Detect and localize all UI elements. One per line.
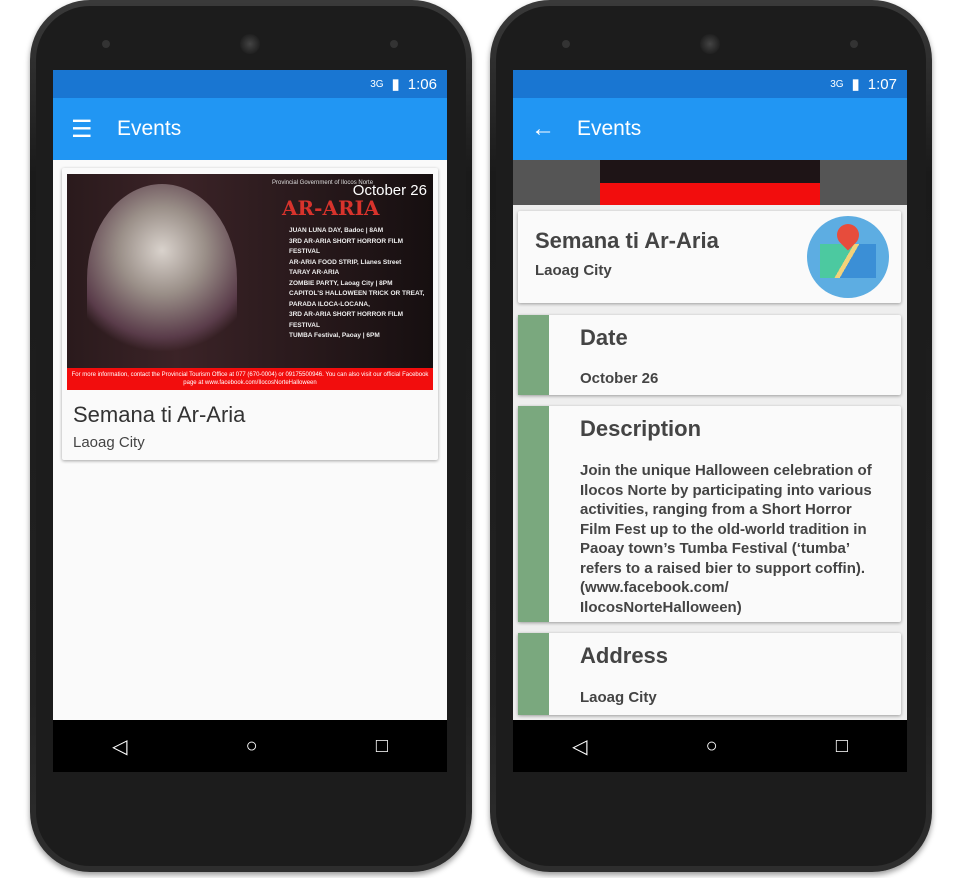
- map-icon[interactable]: [807, 216, 889, 298]
- poster-lines: JUAN LUNA DAY, Badoc | 8AM 3RD AR-ARIA SH…: [289, 227, 425, 339]
- event-header-card: Semana ti Ar-Aria Laoag City: [518, 211, 901, 303]
- address-section[interactable]: Address Laoag City: [518, 633, 901, 715]
- poster-title: AR-ARIA: [282, 196, 380, 220]
- network-icon: 3G: [370, 78, 384, 90]
- header-image-strip: [513, 160, 907, 205]
- section-label: Date: [580, 325, 628, 350]
- event-location: Laoag City: [73, 434, 145, 451]
- section-value: Laoag City: [580, 689, 657, 706]
- recents-icon[interactable]: □: [836, 735, 848, 758]
- section-value: October 26: [580, 370, 659, 387]
- event-card[interactable]: Provincial Government of Ilocos Norte AR…: [62, 168, 438, 460]
- back-icon[interactable]: ◁: [572, 734, 587, 759]
- toolbar-title: Events: [577, 117, 642, 140]
- events-list-screen: 3G ▮ 1:06 ☰ Events Provincial Government…: [53, 70, 447, 720]
- menu-icon[interactable]: ☰: [71, 115, 117, 144]
- event-poster-image: [600, 160, 820, 205]
- back-arrow-icon[interactable]: ←: [531, 115, 577, 143]
- nav-bar: ◁ ○ □: [513, 720, 907, 772]
- home-icon[interactable]: ○: [706, 735, 718, 758]
- home-icon[interactable]: ○: [246, 735, 258, 758]
- toolbar-title: Events: [117, 117, 182, 140]
- event-title: Semana ti Ar-Aria: [73, 402, 246, 427]
- toolbar: ← Events: [513, 98, 907, 160]
- battery-icon: ▮: [851, 76, 860, 93]
- battery-icon: ▮: [391, 76, 400, 93]
- clock: 1:07: [867, 75, 897, 93]
- description-section: Description Join the unique Halloween ce…: [518, 406, 901, 622]
- event-detail-screen: 3G ▮ 1:07 ← Events Semana ti Ar-Aria Lao…: [513, 70, 907, 720]
- event-location: Laoag City: [535, 262, 612, 279]
- date-overlay: October 26: [352, 182, 427, 199]
- recents-icon[interactable]: □: [376, 735, 388, 758]
- toolbar: ☰ Events: [53, 98, 447, 160]
- back-icon[interactable]: ◁: [112, 734, 127, 759]
- section-value: Join the unique Halloween celebration of…: [580, 462, 872, 616]
- event-poster-image: Provincial Government of Ilocos Norte AR…: [67, 174, 433, 390]
- camera: [700, 34, 720, 54]
- event-title: Semana ti Ar-Aria: [535, 228, 719, 253]
- poster-footer: For more information, contact the Provin…: [67, 368, 433, 390]
- date-section: Date October 26: [518, 315, 901, 395]
- phone-right: 3G ▮ 1:07 ← Events Semana ti Ar-Aria Lao…: [490, 0, 932, 872]
- nav-bar: ◁ ○ □: [53, 720, 447, 772]
- camera: [240, 34, 260, 54]
- phone-left: 3G ▮ 1:06 ☰ Events Provincial Government…: [30, 0, 472, 872]
- status-bar: 3G ▮ 1:07: [513, 70, 907, 98]
- status-bar: 3G ▮ 1:06: [53, 70, 447, 98]
- section-label: Description: [580, 416, 702, 441]
- network-icon: 3G: [830, 78, 844, 90]
- section-label: Address: [580, 643, 669, 668]
- clock: 1:06: [407, 75, 437, 93]
